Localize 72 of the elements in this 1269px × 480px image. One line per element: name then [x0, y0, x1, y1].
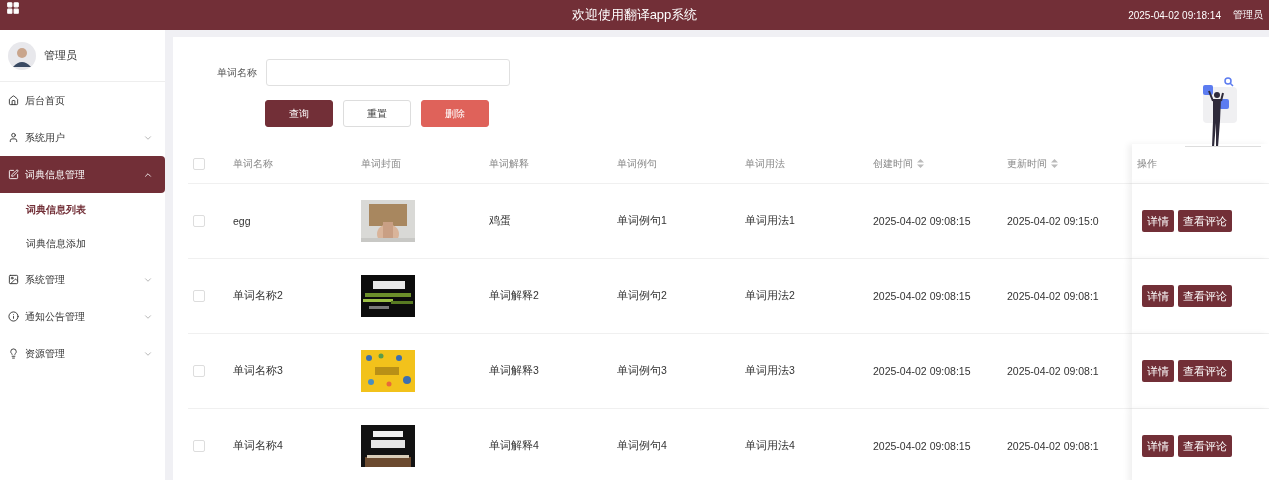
column-header-cell[interactable]: 创建时间 [868, 144, 1002, 184]
menu-item[interactable]: 通知公告管理 [0, 298, 165, 335]
sort-icon[interactable] [1051, 159, 1058, 168]
table-cell: 单词名称3 [233, 364, 283, 378]
lightbulb-icon [8, 348, 19, 359]
detail-button[interactable]: 详情 [1142, 435, 1174, 457]
query-button[interactable]: 查询 [265, 100, 333, 127]
home-icon [8, 95, 19, 106]
table-cell: 2025-04-02 09:08:15 [873, 290, 971, 302]
table-cell: 2025-04-02 09:08:1 [1007, 290, 1099, 302]
table-cell: 2025-04-02 09:08:15 [873, 365, 971, 377]
table-cell: 2025-04-02 09:08:1 [1007, 440, 1099, 452]
submenu-item[interactable]: 词典信息列表 [0, 193, 165, 227]
table-cell: 鸡蛋 [489, 214, 511, 228]
column-header: 创建时间 [873, 156, 913, 171]
table-cell: 单词用法2 [745, 289, 795, 303]
menu-item[interactable]: 词典信息管理 [0, 156, 165, 193]
table-cell: 单词名称2 [233, 289, 283, 303]
checkbox[interactable] [193, 215, 205, 227]
table-cell: 2025-04-02 09:08:15 [873, 440, 971, 452]
table-cell: 2025-04-02 09:08:15 [873, 215, 971, 227]
comments-button[interactable]: 查看评论 [1178, 435, 1232, 457]
table-cell: 单词用法4 [745, 439, 795, 453]
detail-button[interactable]: 详情 [1142, 285, 1174, 307]
sort-icon[interactable] [917, 159, 924, 168]
reset-button[interactable]: 重置 [343, 100, 411, 127]
table-cell: 单词用法3 [745, 364, 795, 378]
table-cell: 单词例句4 [617, 439, 667, 453]
menu-item[interactable]: 后台首页 [0, 82, 165, 119]
avatar [8, 41, 36, 70]
table-cell: 单词例句3 [617, 364, 667, 378]
checkbox[interactable] [193, 157, 205, 170]
column-header: 单词例句 [617, 156, 657, 171]
menu-item[interactable]: 资源管理 [0, 335, 165, 372]
grid-icon[interactable] [6, 1, 20, 15]
column-header: 单词封面 [361, 156, 401, 171]
edit-icon [8, 169, 19, 180]
table-cell: egg [233, 215, 251, 227]
column-header: 更新时间 [1007, 156, 1047, 171]
comments-button[interactable]: 查看评论 [1178, 360, 1232, 382]
table-cell: 单词解释3 [489, 364, 539, 378]
submenu-item[interactable]: 词典信息添加 [0, 227, 165, 261]
user-name: 管理员 [44, 48, 77, 63]
column-header: 操作 [1137, 156, 1157, 171]
table-cell: 单词解释2 [489, 289, 539, 303]
checkbox[interactable] [193, 290, 205, 302]
user-icon [8, 132, 19, 143]
user-link[interactable]: 管理员 [1233, 8, 1263, 22]
table-cell: 单词用法1 [745, 214, 795, 228]
menu-item[interactable]: 系统用户 [0, 119, 165, 156]
detail-button[interactable]: 详情 [1142, 210, 1174, 232]
column-header: 单词解释 [489, 156, 529, 171]
column-header: 单词用法 [745, 156, 785, 171]
table-cell: 单词例句1 [617, 214, 667, 228]
menu-item[interactable]: 系统管理 [0, 261, 165, 298]
column-header: 单词名称 [233, 156, 273, 171]
comments-button[interactable]: 查看评论 [1178, 210, 1232, 232]
table-cell: 单词解释4 [489, 439, 539, 453]
app-title: 欢迎使用翻译app系统 [571, 6, 698, 24]
comments-button[interactable]: 查看评论 [1178, 285, 1232, 307]
detail-button[interactable]: 详情 [1142, 360, 1174, 382]
table-cell: 单词例句2 [617, 289, 667, 303]
table-cell: 2025-04-02 09:15:0 [1007, 215, 1099, 227]
table-cell: 2025-04-02 09:08:1 [1007, 365, 1099, 377]
table-cell: 单词名称4 [233, 439, 283, 453]
date-time: 2025-04-02 09:18:14 [1128, 9, 1221, 21]
info-icon [8, 311, 19, 322]
field-label: 单词名称 [217, 65, 257, 80]
checkbox[interactable] [193, 440, 205, 452]
input-field[interactable] [266, 59, 510, 86]
image-icon [8, 274, 19, 285]
checkbox[interactable] [193, 365, 205, 377]
